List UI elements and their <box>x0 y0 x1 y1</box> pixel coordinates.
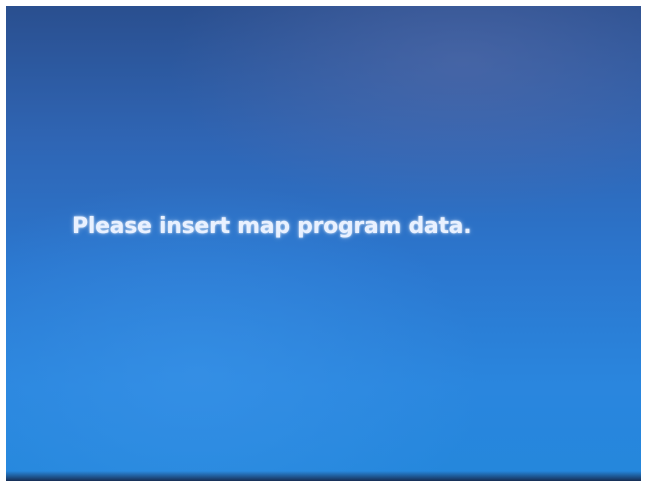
navigation-screen: Please insert map program data. <box>6 6 641 481</box>
insert-map-data-message: Please insert map program data. <box>72 214 472 239</box>
photo-frame: Please insert map program data. <box>0 0 646 487</box>
